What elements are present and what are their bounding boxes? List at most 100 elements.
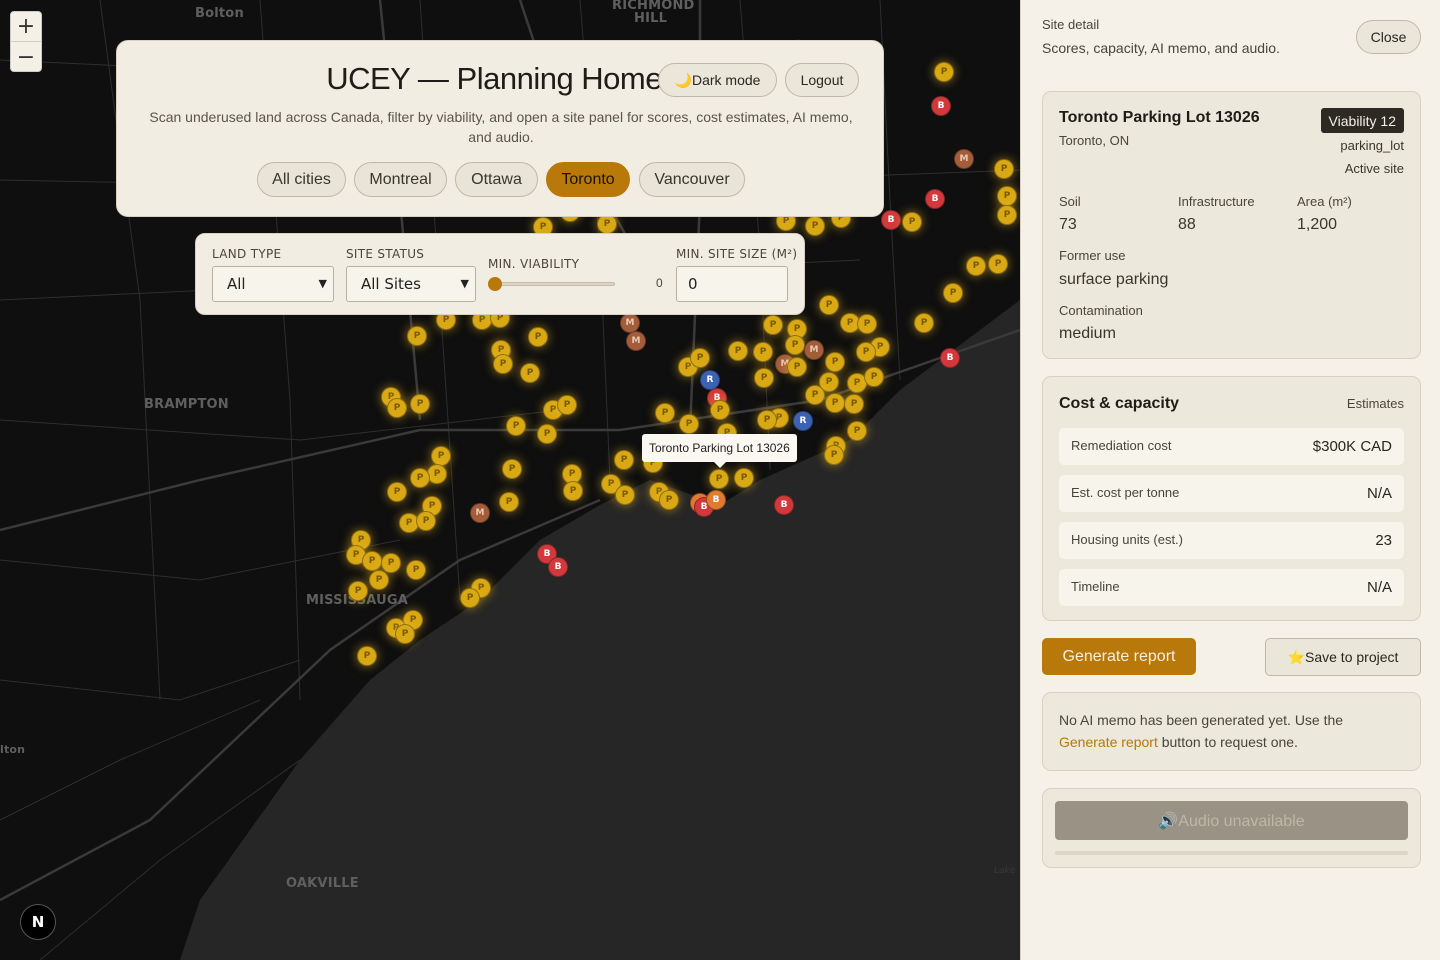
site-marker[interactable]: M [620,313,640,333]
generate-report-link[interactable]: Generate report [1059,734,1158,750]
site-marker[interactable]: P [427,464,447,484]
site-marker[interactable]: P [805,216,825,236]
generate-report-button[interactable]: Generate report [1042,638,1196,675]
site-marker[interactable]: P [362,551,382,571]
site-marker[interactable]: P [994,159,1014,179]
zoom-in-button[interactable]: + [11,12,41,42]
site-marker[interactable]: P [395,624,415,644]
site-marker[interactable]: P [520,363,540,383]
area-label: Area (m²) [1297,194,1352,209]
site-marker[interactable]: P [902,212,922,232]
site-marker[interactable]: P [502,459,522,479]
site-marker[interactable]: P [864,367,884,387]
site-marker[interactable]: P [943,283,963,303]
site-marker[interactable]: B [706,490,726,510]
site-marker[interactable]: P [856,342,876,362]
site-marker[interactable]: P [988,254,1008,274]
site-marker[interactable]: P [557,395,577,415]
site-marker[interactable]: P [369,570,389,590]
site-marker[interactable]: P [597,214,617,234]
site-marker[interactable]: P [679,414,699,434]
site-marker[interactable]: P [857,314,877,334]
city-pill-all[interactable]: All cities [257,162,346,197]
site-marker[interactable]: M [470,503,490,523]
site-marker[interactable]: P [728,341,748,361]
site-marker[interactable]: M [804,340,824,360]
min-size-input[interactable]: 0 [676,266,788,302]
site-marker[interactable]: P [506,416,526,436]
site-marker[interactable]: P [659,490,679,510]
site-marker[interactable]: P [914,313,934,333]
site-marker[interactable]: P [934,62,954,82]
site-marker[interactable]: P [410,394,430,414]
site-marker[interactable]: P [785,335,805,355]
land-type-select[interactable]: All ▼ [212,266,334,302]
dark-mode-button[interactable]: 🌙Dark mode [658,63,777,97]
site-marker[interactable]: P [387,398,407,418]
site-marker[interactable]: P [410,468,430,488]
site-marker[interactable]: B [774,495,794,515]
site-marker[interactable]: P [537,424,557,444]
site-marker[interactable]: P [655,403,675,423]
site-marker[interactable]: P [825,352,845,372]
site-marker[interactable]: P [763,315,783,335]
viability-slider-thumb[interactable] [488,277,502,291]
site-marker[interactable]: M [626,331,646,351]
site-marker[interactable]: P [753,342,773,362]
site-marker[interactable]: P [734,468,754,488]
site-marker[interactable]: P [997,205,1017,225]
city-pill-vancouver[interactable]: Vancouver [639,162,745,197]
site-marker[interactable]: P [754,368,774,388]
site-marker[interactable]: P [357,646,377,666]
site-marker[interactable]: P [431,446,451,466]
site-marker[interactable]: P [844,394,864,414]
site-marker[interactable]: P [966,256,986,276]
site-marker[interactable]: P [997,186,1017,206]
site-marker[interactable]: P [805,385,825,405]
n-logo-badge[interactable]: N [20,904,56,940]
site-marker[interactable]: B [548,557,568,577]
city-pill-ottawa[interactable]: Ottawa [455,162,538,197]
site-marker[interactable]: P [499,492,519,512]
site-marker[interactable]: B [881,210,901,230]
cost-row: Est. cost per tonne N/A [1059,475,1404,512]
site-marker[interactable]: P [407,326,427,346]
site-marker[interactable]: P [387,482,407,502]
site-marker[interactable]: P [406,560,426,580]
city-pill-toronto[interactable]: Toronto [546,162,630,197]
site-summary-card: Toronto Parking Lot 13026 Toronto, ON Vi… [1042,91,1421,359]
site-marker[interactable]: P [757,410,777,430]
site-marker[interactable]: P [824,445,844,465]
site-marker[interactable]: P [615,485,635,505]
site-marker[interactable]: P [460,588,480,608]
cost-row-value: 23 [1375,532,1392,549]
site-marker[interactable]: P [825,393,845,413]
site-marker[interactable]: P [709,469,729,489]
site-marker[interactable]: M [954,149,974,169]
site-marker[interactable]: P [847,421,867,441]
audio-play-button[interactable]: 🔊Audio unavailable [1055,801,1408,840]
site-marker[interactable]: P [787,357,807,377]
save-to-project-button[interactable]: ⭐Save to project [1265,638,1421,676]
site-marker[interactable]: P [493,354,513,374]
site-marker[interactable]: B [940,348,960,368]
site-status-select[interactable]: All Sites ▼ [346,266,476,302]
city-pill-montreal[interactable]: Montreal [354,162,447,197]
site-marker[interactable]: P [563,481,583,501]
site-marker[interactable]: P [690,348,710,368]
site-marker[interactable]: R [700,370,720,390]
site-marker[interactable]: P [710,400,730,420]
site-marker[interactable]: P [381,553,401,573]
site-marker[interactable]: P [819,295,839,315]
site-marker[interactable]: B [925,189,945,209]
logout-button[interactable]: Logout [785,63,859,97]
viability-slider-track[interactable] [490,282,615,286]
site-marker[interactable]: B [931,96,951,116]
site-marker[interactable]: P [348,581,368,601]
site-marker[interactable]: P [528,327,548,347]
close-button[interactable]: Close [1356,20,1421,54]
site-marker[interactable]: P [416,511,436,531]
site-marker[interactable]: R [793,411,813,431]
zoom-out-button[interactable]: − [11,42,41,72]
site-marker[interactable]: P [614,450,634,470]
